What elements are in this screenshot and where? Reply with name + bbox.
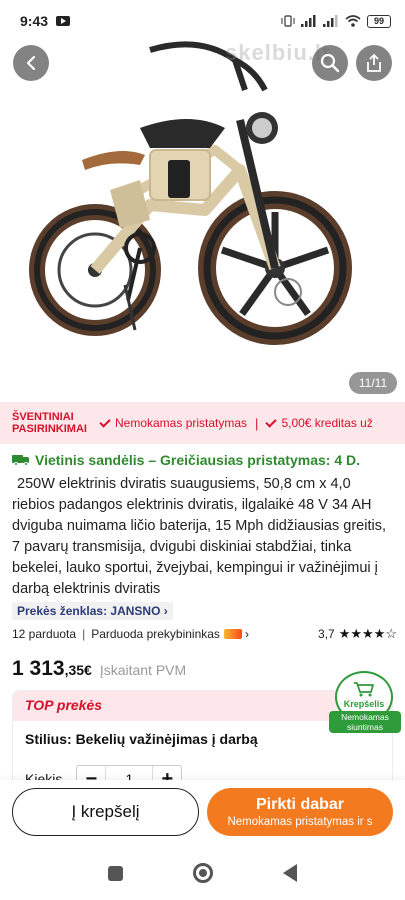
image-counter: 11/11: [349, 372, 397, 394]
brand-label: Prekės ženklas:: [17, 604, 108, 618]
brand-link[interactable]: Prekės ženklas: JANSNO ›: [12, 602, 173, 620]
product-screen: skelbiu.lt 11/11 9:43 99 ŠVENTINIAI PASI…: [0, 0, 405, 900]
ribbon-line1: Nemokamas: [341, 712, 389, 722]
style-label: Stilius:: [25, 731, 72, 747]
truck-icon: [12, 454, 30, 466]
brand-value: JANSNO: [110, 604, 161, 618]
status-bar: 9:43 99: [0, 0, 405, 42]
signal-icon: [301, 15, 316, 27]
status-icons: 99: [281, 14, 391, 28]
check-icon: [265, 415, 278, 428]
cart-icon: [354, 682, 374, 697]
sales-rating-row: 12 parduota | Parduoda prekybininkas › 3…: [12, 626, 397, 642]
seller-logo-icon: [223, 629, 242, 639]
product-title: 250W elektrinis dviratis suaugusiems, 50…: [12, 476, 386, 597]
ribbon-line2: siuntimas: [347, 722, 383, 732]
share-button[interactable]: [356, 45, 392, 81]
promo-separator: |: [255, 415, 259, 431]
warehouse-text: Vietinis sandėlis – Greičiausias pristat…: [35, 452, 361, 468]
share-icon: [367, 53, 381, 72]
promo-title: ŠVENTINIAI PASIRINKIMAI: [0, 411, 100, 435]
holiday-promo-banner[interactable]: ŠVENTINIAI PASIRINKIMAI Nemokamas prista…: [0, 402, 405, 444]
promo-free-shipping: Nemokamas pristatymas: [99, 415, 248, 430]
rating[interactable]: 3,7 ★★★★☆: [318, 626, 397, 642]
back-icon: [26, 55, 36, 71]
rating-value: 3,7: [318, 627, 335, 641]
price-vat-note: Įskaitant PVM: [99, 662, 187, 678]
promo-credit: 5,00€ kreditas už: [265, 415, 373, 430]
seller-info[interactable]: Parduoda prekybininkas: [91, 627, 220, 641]
sold-count: 12 parduota: [12, 627, 77, 641]
free-shipping-ribbon: Nemokamas siuntimas: [329, 711, 401, 733]
system-navigation-bar: [0, 846, 405, 900]
local-warehouse-info: Vietinis sandėlis – Greičiausias pristat…: [12, 452, 397, 468]
price-main: 1 313: [12, 657, 65, 680]
style-selector[interactable]: Stilius: Bekelių važinėjimas į darbą: [25, 731, 258, 747]
promo-item-label: 5,00€ kreditas už: [281, 416, 373, 430]
youtube-icon: [56, 16, 71, 26]
chevron-right-icon: ›: [244, 627, 249, 641]
buy-now-label: Pirkti dabar: [255, 796, 345, 813]
promo-title-line2: PASIRINKIMAI: [12, 423, 87, 435]
system-back-button[interactable]: [283, 864, 297, 882]
status-time: 9:43: [20, 13, 49, 29]
price: 1 313 ,35€ Įskaitant PVM: [12, 657, 186, 681]
home-button[interactable]: [193, 863, 213, 883]
wifi-icon: [345, 15, 361, 27]
vibrate-icon: [281, 15, 295, 27]
signal-icon: [323, 15, 338, 27]
buy-now-sublabel: Nemokamas pristatymas ir s: [227, 816, 373, 828]
check-icon: [99, 415, 111, 428]
recent-apps-button[interactable]: [108, 865, 123, 881]
search-icon: [320, 53, 340, 73]
add-to-cart-button[interactable]: Į krepšelį: [12, 788, 199, 836]
bottom-action-bar: Į krepšelį Pirkti dabar Nemokamas prista…: [0, 780, 405, 846]
back-button[interactable]: [13, 45, 49, 81]
promo-title-line1: ŠVENTINIAI: [12, 411, 74, 423]
promo-item-label: Nemokamas pristatymas: [115, 416, 248, 430]
battery-icon: 99: [367, 14, 391, 28]
buy-now-button[interactable]: Pirkti dabar Nemokamas pristatymas ir s: [207, 788, 393, 836]
star-rating-icon: ★★★★☆: [338, 626, 397, 641]
cart-label: Krepšelis: [343, 699, 385, 709]
chevron-right-icon: ›: [163, 604, 168, 618]
search-button[interactable]: [312, 45, 348, 81]
price-cents: ,35€: [64, 662, 92, 678]
cart-badge[interactable]: Krepšelis Nemokamas siuntimas: [329, 671, 403, 735]
style-value: Bekelių važinėjimas į darbą: [75, 731, 258, 747]
meta-separator: |: [82, 627, 86, 641]
